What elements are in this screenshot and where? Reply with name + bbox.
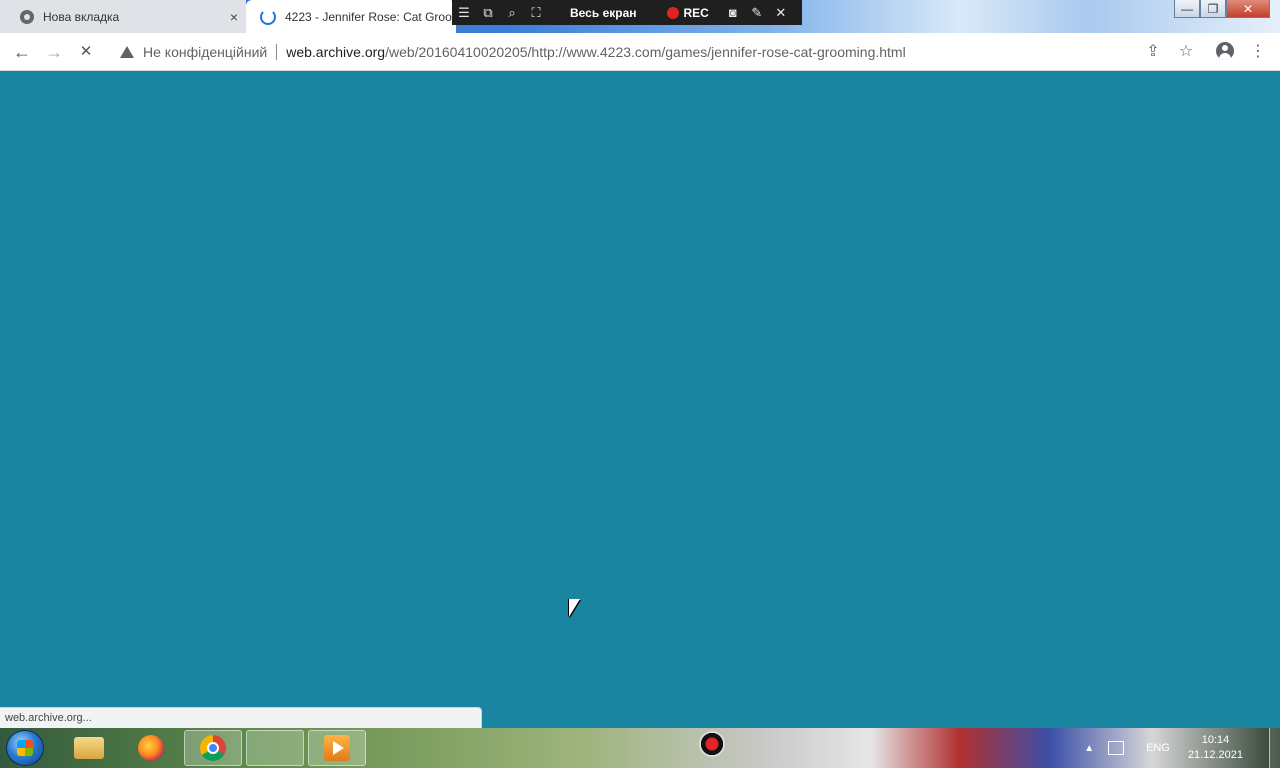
screen-recorder-icon — [699, 731, 725, 757]
browser-toolbar: ← → ✕ Не конфіденційний web.archive.org /… — [0, 33, 1280, 71]
system-tray: ▲ ENG 10:14 21.12.2021 — [1084, 728, 1280, 768]
tab-strip: Нова вкладка × 4223 - Jennifer Rose: Cat… — [0, 0, 1280, 33]
camera-icon[interactable]: ◙ — [721, 5, 745, 20]
divider — [276, 44, 278, 60]
stop-loading-button[interactable]: ✕ — [76, 42, 96, 62]
status-bubble: web.archive.org... — [0, 707, 482, 728]
bookmark-star-icon[interactable]: ☆ — [1176, 42, 1196, 62]
url-host[interactable]: web.archive.org — [286, 44, 385, 60]
tab-new-tab[interactable]: Нова вкладка × — [0, 0, 246, 33]
window-icon[interactable]: ⧉ — [476, 5, 500, 21]
maximize-button[interactable]: ❐ — [1200, 0, 1226, 18]
browser-menu-button[interactable]: ⋮ — [1248, 42, 1268, 62]
pen-icon[interactable]: ✎ — [745, 5, 769, 21]
share-icon[interactable]: ⇪ — [1143, 42, 1163, 62]
loading-spinner-icon — [260, 8, 276, 25]
taskbar-recorder[interactable] — [246, 730, 725, 766]
start-button[interactable] — [6, 730, 44, 766]
media-player-icon — [324, 735, 350, 761]
record-dot-icon — [666, 6, 679, 19]
taskbar-chrome[interactable] — [184, 730, 242, 766]
chrome-icon — [20, 9, 34, 24]
recorder-mode-label[interactable]: Весь екран — [570, 6, 637, 20]
show-desktop-button[interactable] — [1269, 728, 1280, 768]
mouse-cursor-icon — [569, 599, 580, 617]
taskbar-explorer[interactable] — [60, 730, 118, 766]
back-button[interactable]: ← — [12, 42, 32, 62]
menu-icon[interactable]: ☰ — [452, 5, 476, 21]
url-path[interactable]: /web/20160410020205/http://www.4223.com/… — [385, 44, 906, 60]
network-icon[interactable] — [1108, 741, 1125, 755]
tab-title: 4223 - Jennifer Rose: Cat Grooming — [285, 9, 453, 24]
crop-icon[interactable]: ⛶ — [524, 5, 548, 21]
taskbar-firefox[interactable] — [122, 730, 180, 766]
window-controls: — ❐ ✕ — [1174, 0, 1270, 20]
page-content[interactable] — [0, 71, 1280, 728]
security-label[interactable]: Не конфіденційний — [143, 44, 267, 60]
profile-button[interactable] — [1216, 42, 1236, 62]
firefox-icon — [138, 735, 164, 761]
tab-title: Нова вкладка — [43, 9, 120, 24]
folder-icon — [74, 737, 104, 759]
tab-close-button[interactable]: × — [230, 9, 238, 25]
warning-icon[interactable] — [120, 46, 134, 58]
clock-date: 21.12.2021 — [1187, 749, 1243, 761]
region-icon[interactable]: ⌕ — [500, 5, 524, 21]
clock[interactable]: 10:14 21.12.2021 — [1188, 733, 1243, 763]
forward-button[interactable]: → — [44, 42, 64, 62]
language-indicator[interactable]: ENG — [1146, 742, 1170, 754]
chrome-icon — [200, 735, 226, 761]
minimize-button[interactable]: — — [1174, 0, 1200, 18]
clock-time: 10:14 — [1201, 734, 1230, 746]
profile-avatar-icon — [1216, 42, 1234, 60]
tab-jennifer-rose[interactable]: 4223 - Jennifer Rose: Cat Grooming — [246, 0, 456, 33]
close-window-button[interactable]: ✕ — [1226, 0, 1270, 18]
taskbar-media-player[interactable] — [308, 730, 366, 766]
rec-button[interactable]: REC — [684, 6, 709, 20]
windows-logo-icon — [17, 740, 33, 756]
close-icon[interactable]: ✕ — [769, 5, 793, 21]
show-hidden-icons-button[interactable]: ▲ — [1084, 743, 1094, 754]
address-bar[interactable]: Не конфіденційний web.archive.org/web/20… — [112, 39, 1122, 65]
taskbar: ▲ ENG 10:14 21.12.2021 — [0, 728, 1280, 768]
screen-recorder-toolbar: ☰ ⧉ ⌕ ⛶ Весь екран REC ◙ ✎ ✕ — [452, 0, 802, 25]
